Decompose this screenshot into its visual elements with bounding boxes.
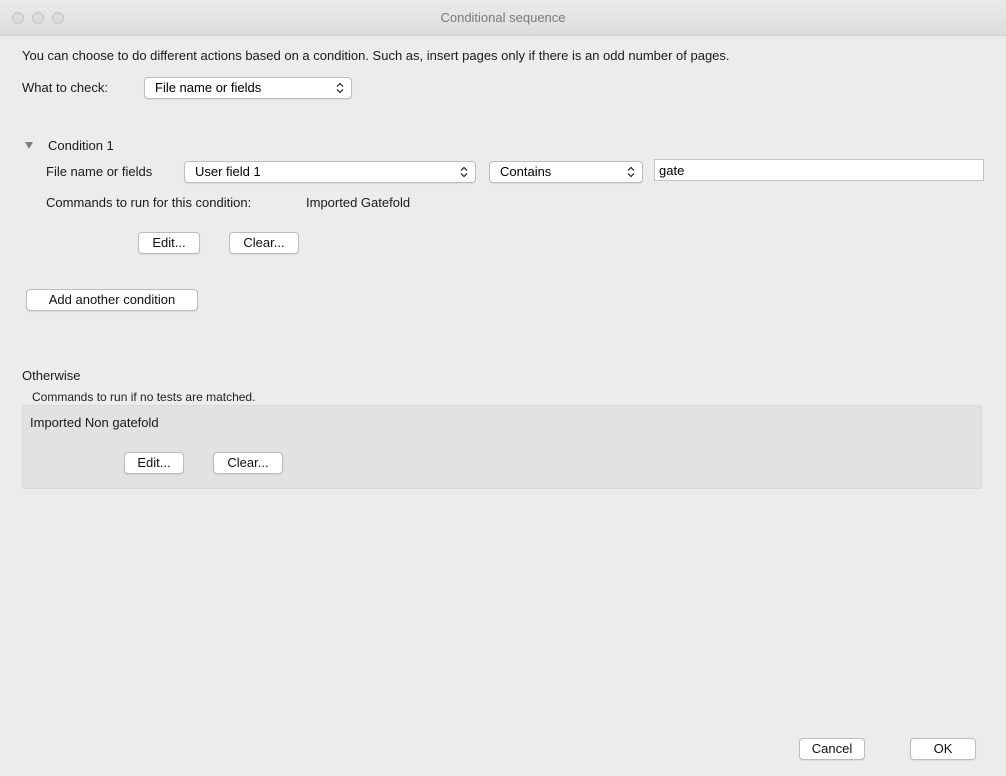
otherwise-subtitle: Commands to run if no tests are matched. — [32, 390, 256, 404]
otherwise-title: Otherwise — [22, 368, 81, 383]
ok-button[interactable]: OK — [910, 738, 976, 760]
condition-operator-select[interactable]: Contains — [489, 161, 643, 183]
conditional-sequence-window: Conditional sequence You can choose to d… — [0, 0, 1006, 776]
condition-field-select[interactable]: User field 1 — [184, 161, 476, 183]
up-down-chevron-icon — [336, 82, 344, 94]
condition-commands-value: Imported Gatefold — [306, 195, 411, 210]
otherwise-clear-button[interactable]: Clear... — [213, 452, 283, 474]
otherwise-commands-value: Imported Non gatefold — [30, 415, 159, 430]
intro-text: You can choose to do different actions b… — [22, 48, 730, 63]
condition-field-label: File name or fields — [46, 164, 153, 179]
what-to-check-label: What to check: — [22, 80, 108, 95]
condition-1-title: Condition 1 — [48, 138, 114, 153]
condition-operator-value: Contains — [500, 164, 552, 179]
up-down-chevron-icon — [627, 166, 635, 178]
window-title: Conditional sequence — [440, 10, 566, 25]
add-another-condition-button[interactable]: Add another condition — [26, 289, 198, 311]
condition-value-input[interactable] — [654, 159, 984, 181]
cancel-button[interactable]: Cancel — [799, 738, 865, 760]
what-to-check-value: File name or fields — [155, 80, 262, 95]
title-bar: Conditional sequence — [0, 0, 1006, 36]
what-to-check-select[interactable]: File name or fields — [144, 77, 352, 99]
disclosure-triangle-icon[interactable] — [25, 142, 33, 149]
condition-commands-label: Commands to run for this condition: — [46, 195, 252, 210]
condition-field-value: User field 1 — [195, 164, 261, 179]
condition-clear-button[interactable]: Clear... — [229, 232, 299, 254]
otherwise-edit-button[interactable]: Edit... — [124, 452, 184, 474]
otherwise-commands-panel — [22, 405, 982, 489]
up-down-chevron-icon — [460, 166, 468, 178]
condition-edit-button[interactable]: Edit... — [138, 232, 200, 254]
